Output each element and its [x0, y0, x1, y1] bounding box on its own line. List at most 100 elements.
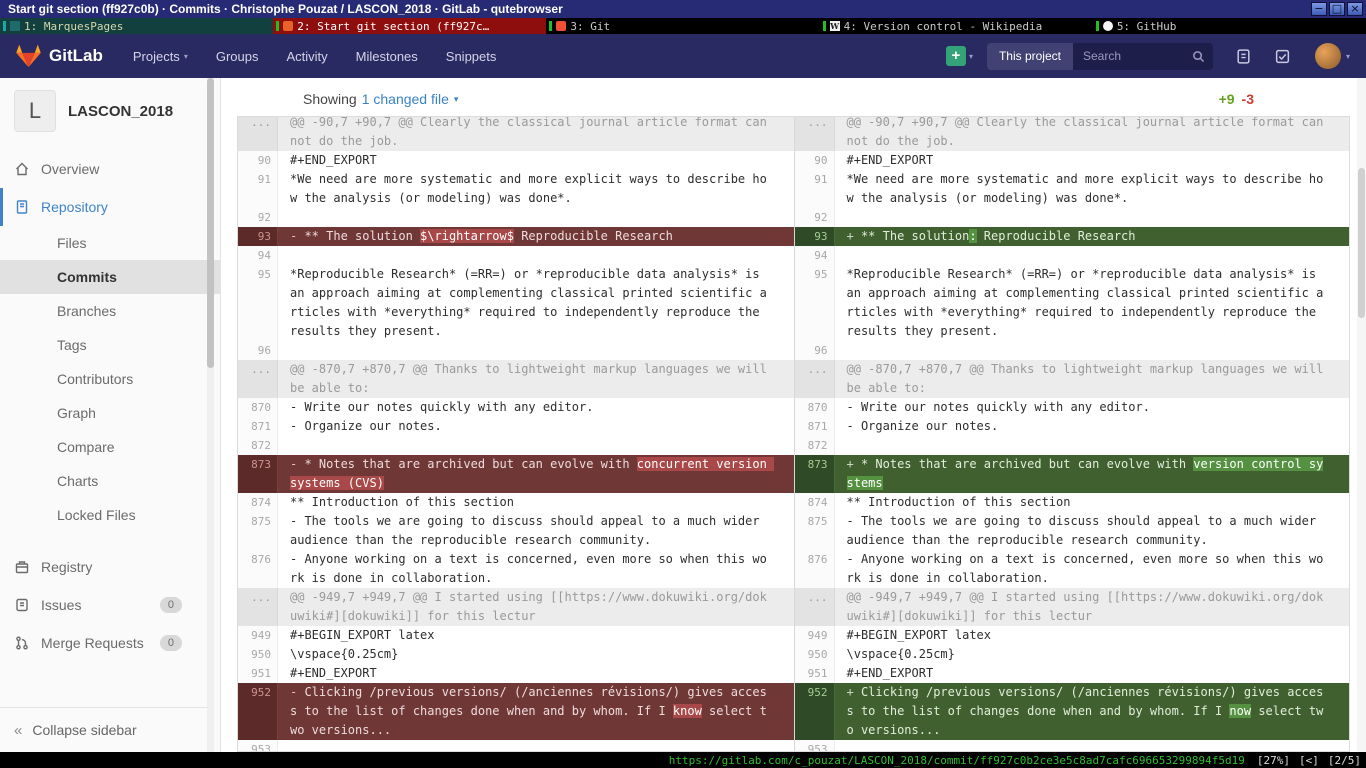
- line-number[interactable]: 950: [238, 645, 278, 664]
- line-number[interactable]: 93: [795, 227, 835, 246]
- line-number[interactable]: 875: [795, 512, 835, 550]
- old-cell: ...@@ -90,7 +90,7 @@ Clearly the classic…: [238, 116, 794, 151]
- line-number[interactable]: 90: [795, 151, 835, 170]
- project-avatar[interactable]: L: [14, 90, 56, 132]
- line-number[interactable]: 951: [238, 664, 278, 683]
- tab-3[interactable]: 3: Git: [546, 18, 819, 34]
- line-number[interactable]: 875: [238, 512, 278, 550]
- line-number[interactable]: 950: [795, 645, 835, 664]
- search-icon: [1192, 50, 1205, 63]
- line-number[interactable]: ...: [238, 360, 278, 398]
- nav-link-activity[interactable]: Activity: [286, 49, 327, 64]
- search-input[interactable]: [1081, 48, 1175, 64]
- issues-icon[interactable]: [1235, 48, 1252, 65]
- diff-header: Showing 1 changed file ▾ +9 -3: [237, 86, 1350, 112]
- line-content: - Organize our notes.: [835, 417, 1350, 436]
- line-number[interactable]: 90: [238, 151, 278, 170]
- line-number[interactable]: 876: [238, 550, 278, 588]
- line-number[interactable]: 871: [795, 417, 835, 436]
- line-number[interactable]: 872: [795, 436, 835, 455]
- line-number[interactable]: 874: [238, 493, 278, 512]
- line-number[interactable]: 94: [795, 246, 835, 265]
- nav-link-projects[interactable]: Projects▾: [133, 49, 188, 64]
- line-number[interactable]: 96: [795, 341, 835, 360]
- todos-icon[interactable]: [1274, 48, 1291, 65]
- line-number[interactable]: 870: [238, 398, 278, 417]
- line-content: ** Introduction of this section: [835, 493, 1350, 512]
- sidebar-item-charts[interactable]: Charts: [0, 464, 220, 498]
- line-number[interactable]: 872: [238, 436, 278, 455]
- minimize-button[interactable]: −: [1311, 2, 1327, 16]
- line-number[interactable]: 96: [238, 341, 278, 360]
- sidebar-item-merge-requests[interactable]: Merge Requests0: [0, 624, 220, 662]
- maximize-button[interactable]: □: [1329, 2, 1345, 16]
- sidebar-item-graph[interactable]: Graph: [0, 396, 220, 430]
- nav-link-snippets[interactable]: Snippets: [446, 49, 497, 64]
- tab-2[interactable]: 2: Start git section (ff927c…: [273, 18, 546, 34]
- sidebar-item-files[interactable]: Files: [0, 226, 220, 260]
- line-number[interactable]: 874: [795, 493, 835, 512]
- page-scrollbar[interactable]: [1357, 78, 1366, 752]
- line-number[interactable]: ...: [795, 588, 835, 626]
- line-number[interactable]: 91: [238, 170, 278, 208]
- line-number[interactable]: 92: [238, 208, 278, 227]
- diff-text-segment: Reproducible Research: [977, 229, 1136, 243]
- line-number[interactable]: 873: [238, 455, 278, 493]
- line-number[interactable]: 95: [238, 265, 278, 341]
- tab-label: 3: Git: [570, 20, 610, 33]
- tab-4[interactable]: W4: Version control - Wikipedia: [820, 18, 1093, 34]
- diff-row: 91*We need are more systematic and more …: [238, 170, 1349, 208]
- line-number[interactable]: ...: [795, 116, 835, 151]
- line-content: [278, 436, 794, 455]
- tab-5[interactable]: 5: GitHub: [1093, 18, 1366, 34]
- line-number[interactable]: 949: [238, 626, 278, 645]
- line-number[interactable]: 949: [795, 626, 835, 645]
- line-number[interactable]: 873: [795, 455, 835, 493]
- search-scope-button[interactable]: This project: [987, 43, 1073, 70]
- collapse-sidebar-button[interactable]: « Collapse sidebar: [0, 707, 213, 752]
- sidebar-item-compare[interactable]: Compare: [0, 430, 220, 464]
- scrollbar-thumb[interactable]: [1358, 168, 1365, 318]
- line-number[interactable]: 876: [795, 550, 835, 588]
- tab-1[interactable]: 1: MarquesPages: [0, 18, 273, 34]
- user-menu[interactable]: ▾: [1315, 43, 1350, 69]
- sidebar-item-overview[interactable]: Overview: [0, 150, 220, 188]
- line-number[interactable]: 94: [238, 246, 278, 265]
- line-number[interactable]: 953: [795, 740, 835, 752]
- line-content: [835, 341, 1350, 360]
- scrollbar-thumb[interactable]: [207, 78, 214, 368]
- nav-link-milestones[interactable]: Milestones: [356, 49, 418, 64]
- sidebar-item-label: Overview: [41, 161, 99, 177]
- line-number[interactable]: 952: [238, 683, 278, 740]
- sidebar-item-contributors[interactable]: Contributors: [0, 362, 220, 396]
- line-number[interactable]: 952: [795, 683, 835, 740]
- line-number[interactable]: ...: [238, 588, 278, 626]
- line-number[interactable]: ...: [795, 360, 835, 398]
- project-name[interactable]: LASCON_2018: [68, 103, 173, 120]
- changed-files-dropdown[interactable]: 1 changed file: [362, 91, 449, 107]
- new-menu-button[interactable]: + ▾: [946, 46, 973, 66]
- sidebar-item-branches[interactable]: Branches: [0, 294, 220, 328]
- close-button[interactable]: ×: [1347, 2, 1363, 16]
- sidebar-item-commits[interactable]: Commits: [0, 260, 220, 294]
- search-box[interactable]: [1073, 43, 1213, 70]
- line-number[interactable]: 951: [795, 664, 835, 683]
- line-number[interactable]: 871: [238, 417, 278, 436]
- sidebar-item-issues[interactable]: Issues0: [0, 586, 220, 624]
- line-number[interactable]: 91: [795, 170, 835, 208]
- sidebar-item-locked-files[interactable]: Locked Files: [0, 498, 220, 532]
- new-cell: 92: [794, 208, 1350, 227]
- line-number[interactable]: 95: [795, 265, 835, 341]
- sidebar-item-tags[interactable]: Tags: [0, 328, 220, 362]
- line-number[interactable]: 870: [795, 398, 835, 417]
- line-number[interactable]: 953: [238, 740, 278, 752]
- gitlab-home-link[interactable]: GitLab: [16, 44, 103, 68]
- line-number[interactable]: 92: [795, 208, 835, 227]
- diff-marker: +: [847, 229, 861, 243]
- sidebar-item-registry[interactable]: Registry: [0, 548, 220, 586]
- sidebar-item-repository[interactable]: Repository: [0, 188, 220, 226]
- line-number[interactable]: ...: [238, 116, 278, 151]
- sidebar-scrollbar[interactable]: [207, 78, 214, 752]
- line-number[interactable]: 93: [238, 227, 278, 246]
- nav-link-groups[interactable]: Groups: [216, 49, 259, 64]
